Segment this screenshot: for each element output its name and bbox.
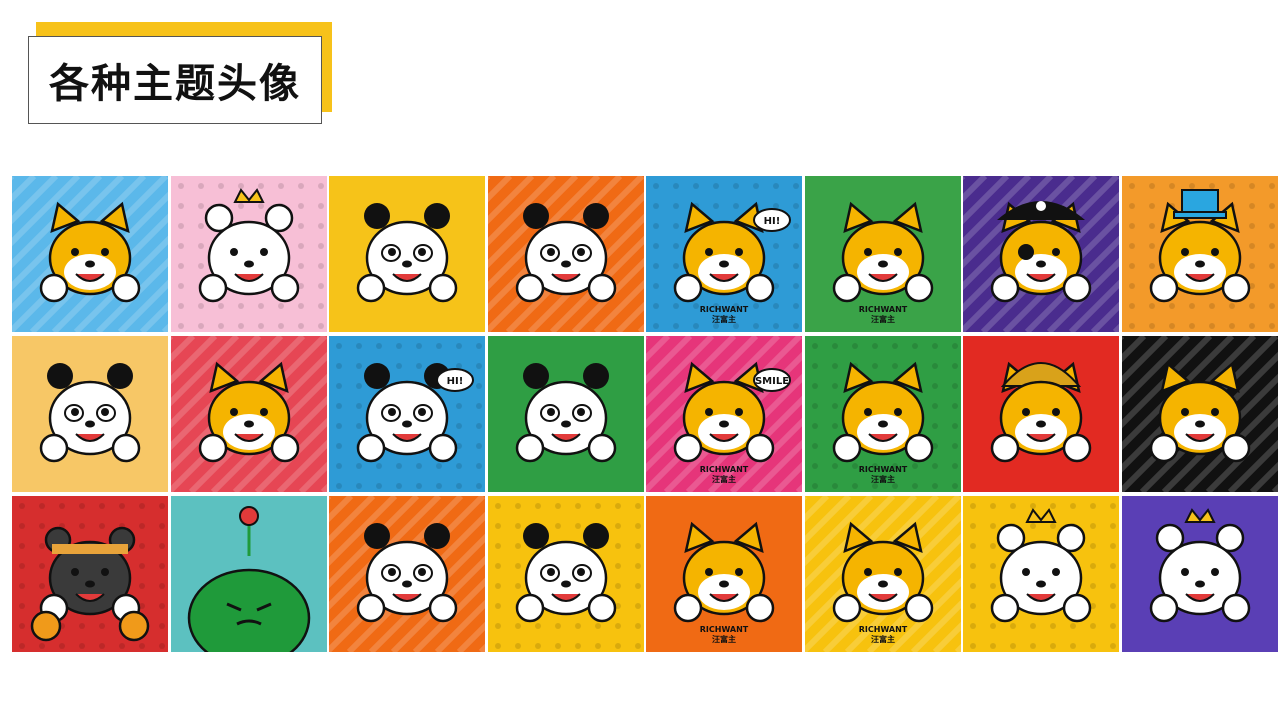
brand-label: RICHWANT <box>700 305 749 314</box>
avatar-illustration: HI! RICHWANT汪富主 <box>646 176 802 332</box>
avatar-tile-bear <box>963 496 1119 652</box>
avatar-tile-panda <box>329 496 485 652</box>
brand-label: 汪富主 <box>712 634 736 644</box>
avatar-tile-bear <box>170 176 327 332</box>
avatar-tile-panda: HI! <box>329 336 485 492</box>
avatar-illustration <box>329 496 485 652</box>
avatar-illustration <box>963 176 1119 332</box>
brand-label: 汪富主 <box>871 474 895 484</box>
avatar-illustration <box>170 496 327 652</box>
avatar-illustration <box>12 496 168 652</box>
speech-bubble: HI! <box>436 368 474 392</box>
brand-label: 汪富主 <box>871 314 895 324</box>
speech-bubble: HI! <box>753 208 791 232</box>
avatar-tile-bear <box>1121 496 1278 652</box>
brand-label: RICHWANT <box>700 465 749 474</box>
avatar-tile-samurai <box>963 336 1119 492</box>
avatar-tile-panda <box>487 336 644 492</box>
avatar-illustration <box>12 176 168 332</box>
avatar-tile-pirate <box>963 176 1119 332</box>
avatar-illustration: HI! <box>329 336 485 492</box>
speech-bubble: SMILE <box>753 368 791 392</box>
brand-label: RICHWANT <box>700 625 749 634</box>
avatar-illustration <box>487 336 644 492</box>
avatar-illustration <box>329 176 485 332</box>
brand-label: 汪富主 <box>712 314 736 324</box>
avatar-tile-shiba <box>1121 336 1278 492</box>
avatar-tile-boxer <box>12 496 168 652</box>
avatar-illustration <box>1121 336 1278 492</box>
brand-label: RICHWANT <box>858 465 907 474</box>
avatar-tile-shiba: SMILE RICHWANT 汪富主 <box>646 336 802 492</box>
avatar-tile-shiba: HI! RICHWANT 汪富主 <box>646 176 802 332</box>
brand-label: RICHWANT <box>858 305 907 314</box>
avatar-tile-monster <box>170 496 327 652</box>
brand-label: 汪富主 <box>871 634 895 644</box>
speech-bubble-text: HI! <box>764 216 781 227</box>
avatar-illustration: RICHWANT汪富主 <box>804 176 961 332</box>
avatar-illustration <box>487 496 644 652</box>
avatar-tile-shiba: RICHWANT 汪富主 <box>804 496 961 652</box>
avatar-tile-panda <box>487 176 644 332</box>
avatar-illustration <box>170 336 327 492</box>
brand-label: 汪富主 <box>712 474 736 484</box>
avatar-illustration: RICHWANT汪富主 <box>804 496 961 652</box>
title-box: 各种主题头像 <box>28 36 322 124</box>
avatar-tile-panda <box>487 496 644 652</box>
avatar-illustration: RICHWANT汪富主 <box>804 336 961 492</box>
avatar-illustration <box>1121 496 1278 652</box>
avatar-illustration <box>1121 176 1278 332</box>
page-title: 各种主题头像 <box>49 61 301 107</box>
avatar-tile-shiba <box>12 176 168 332</box>
avatar-tile-shiba: RICHWANT 汪富主 <box>804 336 961 492</box>
avatar-tile-shiba: RICHWANT 汪富主 <box>646 496 802 652</box>
avatar-tile-clown <box>1121 176 1278 332</box>
avatar-illustration <box>963 336 1119 492</box>
avatar-illustration <box>487 176 644 332</box>
avatar-illustration <box>170 176 327 332</box>
avatar-tile-panda <box>12 336 168 492</box>
avatar-tile-panda <box>329 176 485 332</box>
avatar-illustration: RICHWANT汪富主 <box>646 496 802 652</box>
avatar-illustration <box>12 336 168 492</box>
avatar-tile-shiba: RICHWANT 汪富主 <box>804 176 961 332</box>
avatar-illustration <box>963 496 1119 652</box>
speech-bubble-text: SMILE <box>755 376 789 387</box>
brand-label: RICHWANT <box>858 625 907 634</box>
avatar-tile-tiger <box>170 336 327 492</box>
speech-bubble-text: HI! <box>447 376 464 387</box>
avatar-illustration: SMILE RICHWANT汪富主 <box>646 336 802 492</box>
